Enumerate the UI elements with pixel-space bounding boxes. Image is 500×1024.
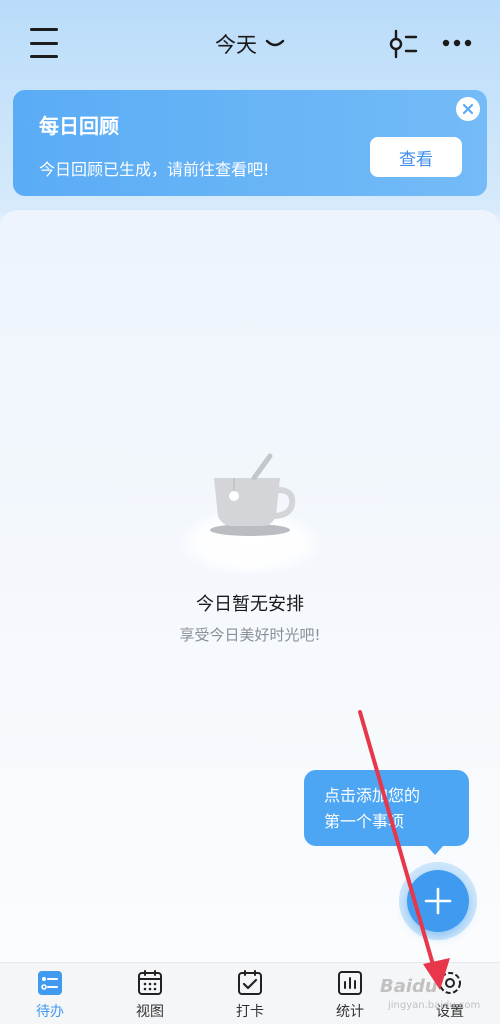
add-item-tooltip: 点击添加您的 第一个事项 <box>304 770 469 855</box>
coffee-cup-icon <box>176 453 324 576</box>
date-selector[interactable]: 今天 <box>200 28 300 60</box>
close-icon <box>462 103 474 115</box>
todo-icon <box>38 971 62 995</box>
menu-bar <box>30 28 58 31</box>
tooltip-line-1: 点击添加您的 <box>324 786 421 805</box>
checkin-icon <box>238 970 262 995</box>
stats-icon <box>338 971 362 995</box>
review-card-title: 每日回顾 <box>39 114 119 138</box>
nav-label-todo: 待办 <box>36 1004 64 1020</box>
page-title: 今天 <box>215 33 257 57</box>
filter-icon[interactable] <box>386 28 418 60</box>
menu-button[interactable] <box>26 28 62 58</box>
view-review-button[interactable]: 查看 <box>370 137 462 177</box>
empty-state-subtitle: 享受今日美好时光吧! <box>179 626 321 644</box>
nav-label-checkin: 打卡 <box>236 1004 264 1020</box>
nav-label-stats: 统计 <box>336 1004 364 1020</box>
watermark-logo: Baidu <box>380 976 438 997</box>
tooltip-line-2: 第一个事项 <box>324 812 405 831</box>
review-card-description: 今日回顾已生成，请前往查看吧! <box>39 160 270 179</box>
app-screen: 今天 每日回顾 今日回顾已生成，请前往查看吧! 查看 今日暂无安排 享受今日美好… <box>0 0 500 1024</box>
menu-bar <box>30 41 58 45</box>
nav-label-view: 视图 <box>136 1004 164 1020</box>
close-review-button[interactable] <box>456 97 480 121</box>
nav-item-view[interactable]: 视图 <box>100 963 200 1024</box>
watermark-url: jingyan.baidu.com <box>388 1000 481 1011</box>
nav-item-checkin[interactable]: 打卡 <box>200 963 300 1024</box>
top-bar: 今天 <box>0 0 500 88</box>
plus-icon <box>424 887 452 915</box>
add-item-button[interactable] <box>407 870 469 932</box>
empty-state-title: 今日暂无安排 <box>196 594 304 615</box>
todo-list-panel: 今日暂无安排 享受今日美好时光吧! <box>0 210 500 962</box>
settings-icon <box>439 972 461 994</box>
nav-item-todo[interactable]: 待办 <box>0 963 100 1024</box>
menu-bar <box>30 55 58 58</box>
more-icon[interactable] <box>442 38 472 48</box>
chevron-down-icon <box>265 39 285 47</box>
calendar-icon <box>138 970 162 995</box>
daily-review-card: 每日回顾 今日回顾已生成，请前往查看吧! 查看 <box>13 90 487 196</box>
